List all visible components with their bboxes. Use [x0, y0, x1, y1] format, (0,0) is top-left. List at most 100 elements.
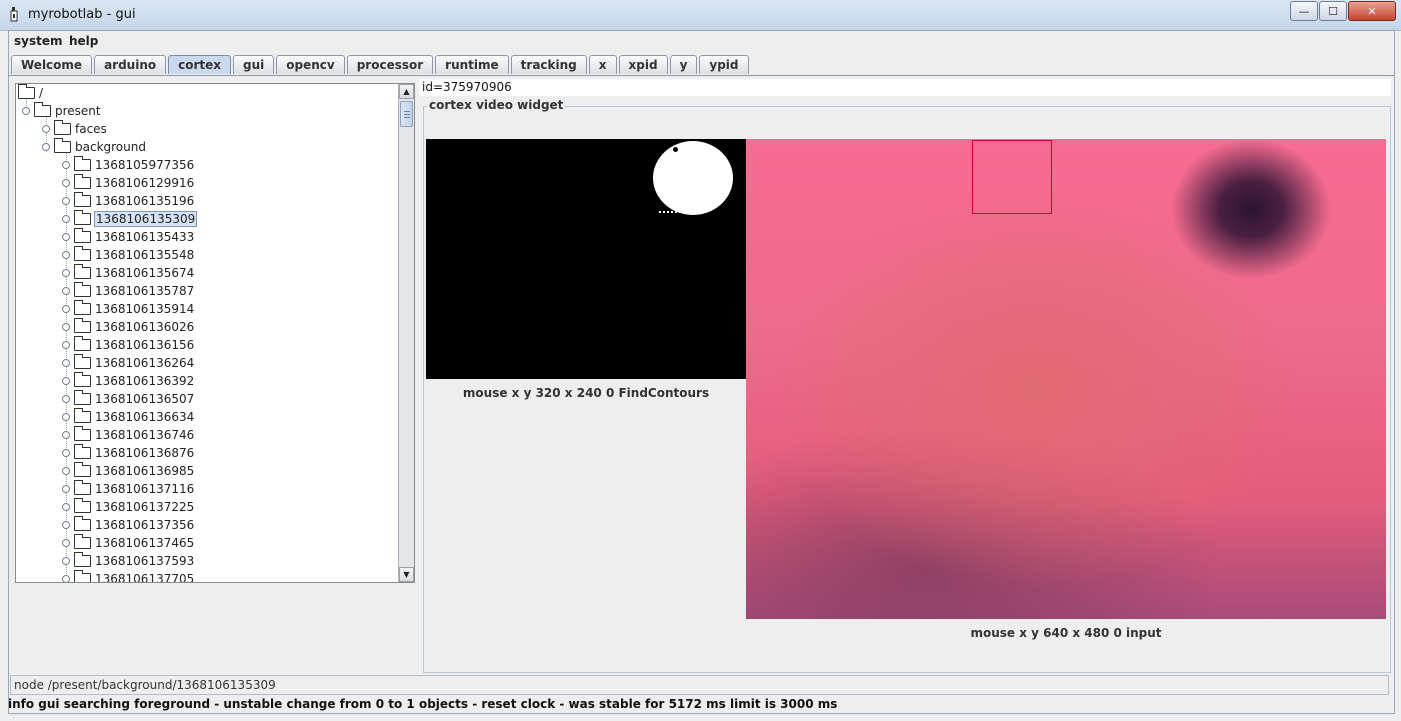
tree-node-item[interactable]: 1368106136746: [62, 426, 194, 444]
tree-node-label: 1368106135674: [95, 266, 195, 280]
tree-node-label: 1368106136392: [95, 374, 195, 388]
expand-handle-icon[interactable]: [42, 143, 50, 151]
tree-node-item[interactable]: 1368106136985: [62, 462, 194, 480]
tree-node-item[interactable]: 1368106135674: [62, 264, 194, 282]
leaf-handle-icon[interactable]: [62, 485, 70, 493]
leaf-handle-icon[interactable]: [62, 341, 70, 349]
tab-tracking[interactable]: tracking: [510, 55, 587, 74]
tree-node-item[interactable]: 1368106135548: [62, 246, 194, 264]
tree-node-root[interactable]: /: [18, 84, 43, 102]
input-video[interactable]: [746, 139, 1386, 619]
leaf-handle-icon[interactable]: [62, 161, 70, 169]
leaf-handle-icon[interactable]: [62, 179, 70, 187]
tab-arduino[interactable]: arduino: [94, 55, 167, 74]
file-tree[interactable]: / present faces background 1368105977356…: [15, 83, 415, 583]
find-contours-video[interactable]: [426, 139, 746, 379]
leaf-handle-icon[interactable]: [62, 287, 70, 295]
tree-node-item[interactable]: 1368106137465: [62, 534, 194, 552]
tree-node-item[interactable]: 1368105977356: [62, 156, 194, 174]
folder-icon: [18, 84, 35, 99]
tree-node-item[interactable]: 1368106135309: [62, 210, 198, 228]
leaf-handle-icon[interactable]: [62, 431, 70, 439]
tab-processor[interactable]: processor: [346, 55, 434, 74]
folder-icon: [74, 462, 91, 477]
tree-node-item[interactable]: 1368106135914: [62, 300, 194, 318]
scroll-thumb[interactable]: [400, 101, 413, 127]
scroll-up-button[interactable]: ▲: [399, 84, 414, 99]
tree-node-item[interactable]: 1368106136156: [62, 336, 194, 354]
tab-opencv[interactable]: opencv: [276, 55, 345, 74]
tree-node-background[interactable]: background: [42, 138, 146, 156]
leaf-handle-icon[interactable]: [62, 503, 70, 511]
folder-icon: [74, 246, 91, 261]
tab-welcome[interactable]: Welcome: [11, 55, 93, 74]
tab-y[interactable]: y: [669, 55, 698, 74]
leaf-handle-icon[interactable]: [62, 323, 70, 331]
tree-node-item[interactable]: 1368106135196: [62, 192, 194, 210]
tree-node-item[interactable]: 1368106136264: [62, 354, 194, 372]
menu-bar: system help: [9, 31, 1394, 51]
tab-xpid[interactable]: xpid: [618, 55, 668, 74]
tab-ypid[interactable]: ypid: [699, 55, 749, 74]
find-contours-caption: mouse x y 320 x 240 0 FindContours: [462, 386, 710, 400]
tree-node-item[interactable]: 1368106136507: [62, 390, 194, 408]
folder-icon: [74, 210, 91, 225]
leaf-handle-icon[interactable]: [62, 395, 70, 403]
leaf-handle-icon[interactable]: [62, 575, 70, 582]
leaf-handle-icon[interactable]: [62, 449, 70, 457]
leaf-handle-icon[interactable]: [62, 467, 70, 475]
tree-scrollbar[interactable]: ▲ ▼: [398, 84, 414, 582]
tree-node-item[interactable]: 1368106129916: [62, 174, 194, 192]
tree-node-item[interactable]: 1368106137356: [62, 516, 194, 534]
minimize-button[interactable]: —: [1290, 1, 1318, 21]
tree-node-faces[interactable]: faces: [42, 120, 107, 138]
folder-icon: [74, 552, 91, 567]
leaf-handle-icon[interactable]: [62, 251, 70, 259]
close-button[interactable]: ✕: [1348, 1, 1396, 21]
leaf-handle-icon[interactable]: [62, 197, 70, 205]
tree-node-item[interactable]: 1368106136026: [62, 318, 194, 336]
scroll-down-button[interactable]: ▼: [399, 567, 414, 582]
tree-node-label: present: [55, 104, 101, 118]
menu-help[interactable]: help: [69, 34, 98, 48]
tree-node-item[interactable]: 1368106137225: [62, 498, 194, 516]
folder-icon: [74, 192, 91, 207]
leaf-handle-icon[interactable]: [62, 539, 70, 547]
folder-icon: [74, 318, 91, 333]
leaf-handle-icon[interactable]: [62, 215, 70, 223]
leaf-handle-icon[interactable]: [62, 413, 70, 421]
tree-node-label: 1368106135309: [93, 211, 198, 227]
leaf-handle-icon[interactable]: [62, 269, 70, 277]
tree-node-item[interactable]: 1368106136634: [62, 408, 194, 426]
tab-gui[interactable]: gui: [233, 55, 275, 74]
menu-system[interactable]: system: [14, 34, 63, 48]
folder-icon: [74, 426, 91, 441]
leaf-handle-icon[interactable]: [62, 233, 70, 241]
tree-node-label: 1368106129916: [95, 176, 195, 190]
tree-node-item[interactable]: 1368106136392: [62, 372, 194, 390]
tree-node-item[interactable]: 1368106135433: [62, 228, 194, 246]
tree-node-item[interactable]: 1368106137593: [62, 552, 194, 570]
tab-cortex[interactable]: cortex: [168, 55, 232, 74]
tree-node-item[interactable]: 1368106135787: [62, 282, 194, 300]
folder-icon: [74, 534, 91, 549]
tree-node-label: 1368106137465: [95, 536, 195, 550]
tree-node-label: 1368106136746: [95, 428, 195, 442]
close-icon: ✕: [1367, 4, 1377, 18]
tab-x[interactable]: x: [588, 55, 617, 74]
tree-node-item[interactable]: 1368106137705: [62, 570, 194, 582]
leaf-handle-icon[interactable]: [62, 521, 70, 529]
tab-runtime[interactable]: runtime: [435, 55, 509, 74]
tree-node-item[interactable]: 1368106136876: [62, 444, 194, 462]
expand-handle-icon[interactable]: [22, 107, 30, 115]
tree-node-present[interactable]: present: [22, 102, 101, 120]
leaf-handle-icon[interactable]: [62, 305, 70, 313]
minimize-icon: —: [1298, 4, 1310, 18]
leaf-handle-icon[interactable]: [62, 377, 70, 385]
expand-handle-icon[interactable]: [42, 125, 50, 133]
tree-node-label: 1368106135914: [95, 302, 195, 316]
leaf-handle-icon[interactable]: [62, 557, 70, 565]
tree-node-item[interactable]: 1368106137116: [62, 480, 194, 498]
leaf-handle-icon[interactable]: [62, 359, 70, 367]
maximize-button[interactable]: ☐: [1319, 1, 1347, 21]
